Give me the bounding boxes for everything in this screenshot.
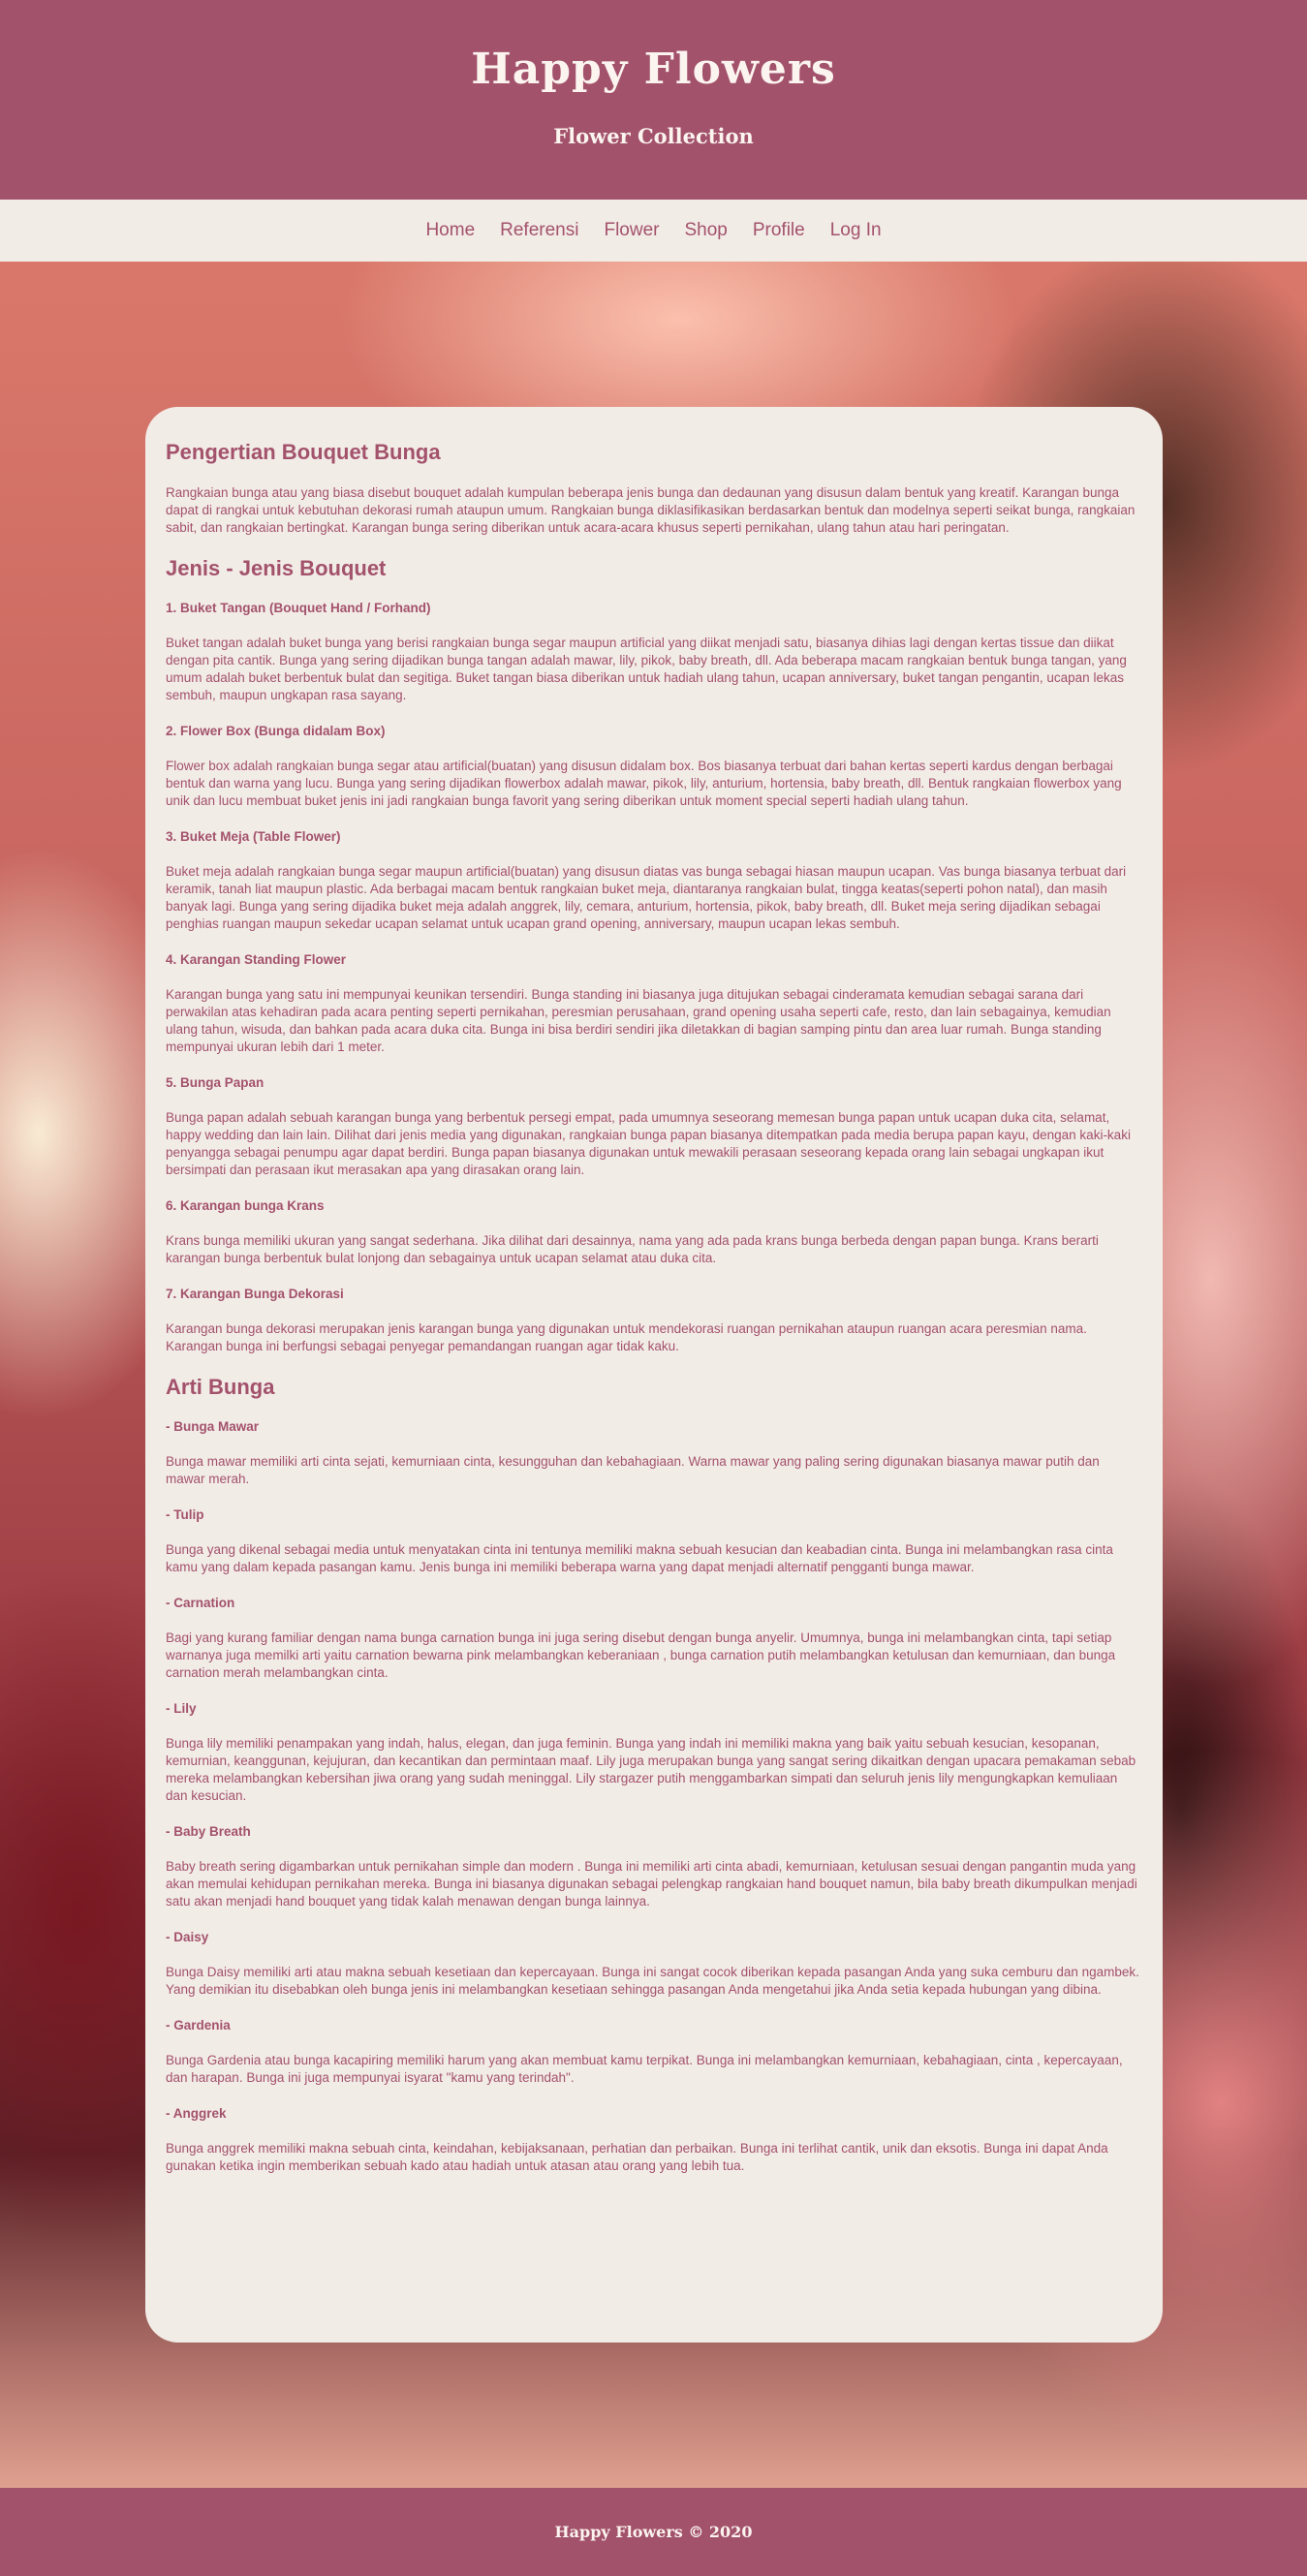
meaning-text: Bunga Daisy memiliki arti atau makna seb…	[166, 1965, 1139, 1997]
meaning-text: Bunga yang dikenal sebagai media untuk m…	[166, 1542, 1113, 1574]
meaning-title: - Baby Breath	[166, 1824, 251, 1839]
meaning-text: Bunga lily memiliki penampakan yang inda…	[166, 1736, 1136, 1803]
nav-flower[interactable]: Flower	[591, 220, 671, 241]
footer-copyright: Happy Flowers © 2020	[554, 2523, 753, 2541]
meaning-text: Bunga Gardenia atau bunga kacapiring mem…	[166, 2053, 1123, 2085]
type-text: Bunga papan adalah sebuah karangan bunga…	[166, 1110, 1131, 1177]
content-card: Pengertian Bouquet Bunga Rangkaian bunga…	[145, 407, 1163, 2343]
type-title: 3. Buket Meja (Table Flower)	[166, 829, 341, 844]
type-title: 4. Karangan Standing Flower	[166, 952, 347, 967]
meaning-title: - Tulip	[166, 1507, 204, 1522]
meaning-title: - Carnation	[166, 1596, 235, 1610]
site-header: Happy Flowers Flower Collection	[0, 0, 1307, 200]
meaning-title: - Lily	[166, 1701, 197, 1716]
type-title: 6. Karangan bunga Krans	[166, 1198, 325, 1213]
meaning-text: Bunga mawar memiliki arti cinta sejati, …	[166, 1454, 1100, 1486]
main-nav: Home Referensi Flower Shop Profile Log I…	[0, 200, 1307, 262]
nav-login[interactable]: Log In	[818, 220, 894, 241]
section-title-pengertian: Pengertian Bouquet Bunga	[166, 440, 441, 464]
nav-profile[interactable]: Profile	[740, 220, 818, 241]
site-subtitle: Flower Collection	[553, 124, 754, 148]
nav-home[interactable]: Home	[413, 220, 487, 241]
type-text: Karangan bunga yang satu ini mempunyai k…	[166, 987, 1111, 1054]
meaning-title: - Bunga Mawar	[166, 1419, 260, 1434]
site-footer: Happy Flowers © 2020	[0, 2488, 1307, 2576]
site-title: Happy Flowers	[471, 45, 836, 94]
meaning-title: - Gardenia	[166, 2018, 231, 2033]
type-text: Buket tangan adalah buket bunga yang ber…	[166, 636, 1127, 702]
type-text: Flower box adalah rangkaian bunga segar …	[166, 759, 1122, 808]
meaning-text: Bunga anggrek memiliki makna sebuah cint…	[166, 2141, 1108, 2173]
type-title: 5. Bunga Papan	[166, 1075, 265, 1090]
type-text: Buket meja adalah rangkaian bunga segar …	[166, 864, 1127, 931]
type-title: 2. Flower Box (Bunga didalam Box)	[166, 724, 386, 738]
type-title: 7. Karangan Bunga Dekorasi	[166, 1287, 344, 1301]
section-text-pengertian: Rangkaian bunga atau yang biasa disebut …	[166, 485, 1136, 535]
nav-shop[interactable]: Shop	[671, 220, 739, 241]
section-title-arti: Arti Bunga	[166, 1375, 275, 1399]
type-text: Krans bunga memiliki ukuran yang sangat …	[166, 1233, 1099, 1265]
meaning-title: - Anggrek	[166, 2106, 227, 2121]
type-title: 1. Buket Tangan (Bouquet Hand / Forhand)	[166, 601, 431, 615]
meaning-text: Bagi yang kurang familiar dengan nama bu…	[166, 1630, 1116, 1680]
section-title-jenis: Jenis - Jenis Bouquet	[166, 556, 387, 580]
nav-referensi[interactable]: Referensi	[487, 220, 591, 241]
meaning-title: - Daisy	[166, 1930, 209, 1944]
type-text: Karangan bunga dekorasi merupakan jenis …	[166, 1321, 1087, 1353]
meaning-text: Baby breath sering digambarkan untuk per…	[166, 1859, 1137, 1909]
